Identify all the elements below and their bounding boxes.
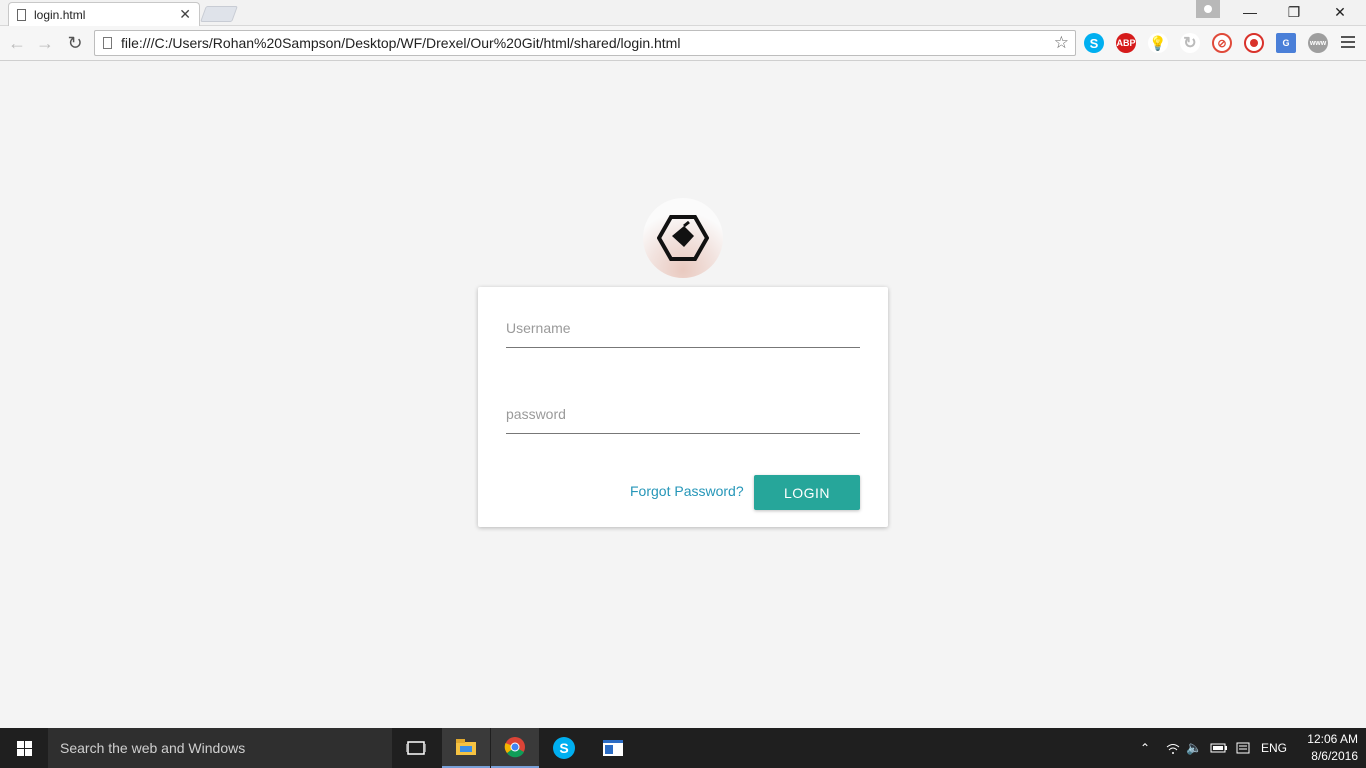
password-field[interactable] [506, 394, 860, 434]
wifi-icon[interactable] [1166, 728, 1180, 768]
url-text[interactable]: file:///C:/Users/Rohan%20Sampson/Desktop… [121, 35, 1054, 51]
page-icon [17, 8, 26, 21]
login-button[interactable]: LOGIN [754, 475, 860, 510]
new-tab-button[interactable] [200, 6, 238, 22]
file-explorer-icon[interactable] [442, 728, 490, 768]
taskbar: Search the web and Windows S ⌃ 🔈 ENG 12:… [0, 728, 1366, 768]
language-indicator[interactable]: ENG [1261, 728, 1287, 768]
show-hidden-icons[interactable]: ⌃ [1140, 728, 1150, 768]
app-window-icon[interactable] [589, 728, 637, 768]
close-window-button[interactable]: ✕ [1318, 2, 1362, 22]
hexagon-logo-icon [657, 215, 709, 261]
www-icon[interactable]: www [1308, 33, 1328, 53]
browser-tab[interactable]: login.html ✕ [8, 2, 200, 26]
chrome-icon[interactable] [491, 728, 539, 768]
browser-toolbar: ← → ↻ file:///C:/Users/Rohan%20Sampson/D… [0, 26, 1366, 61]
close-tab-icon[interactable]: ✕ [179, 6, 191, 23]
block-icon[interactable]: ⊘ [1212, 33, 1232, 53]
bookmark-star-icon[interactable]: ☆ [1054, 33, 1069, 53]
minimize-button[interactable]: — [1228, 2, 1272, 22]
page-icon [103, 37, 112, 49]
forward-icon[interactable]: → [34, 32, 56, 54]
bulb-icon[interactable]: 💡 [1148, 33, 1168, 53]
volume-icon[interactable]: 🔈 [1186, 728, 1202, 768]
clock-time: 12:06 AM [1307, 732, 1358, 746]
adblock-icon[interactable]: ABP [1116, 33, 1136, 53]
taskbar-search[interactable]: Search the web and Windows [48, 728, 392, 768]
username-field[interactable] [506, 308, 860, 348]
menu-icon[interactable] [1340, 34, 1356, 50]
address-bar[interactable]: file:///C:/Users/Rohan%20Sampson/Desktop… [94, 30, 1076, 56]
translate-icon[interactable]: G [1276, 33, 1296, 53]
title-bar: login.html ✕ — ❐ ✕ [0, 0, 1366, 26]
system-clock[interactable]: 12:06 AM 8/6/2016 [1296, 731, 1358, 765]
restore-button[interactable]: ❐ [1272, 2, 1316, 22]
password-input[interactable] [506, 394, 860, 433]
record-icon[interactable] [1244, 33, 1264, 53]
battery-icon[interactable] [1210, 728, 1228, 768]
refresh-ext-icon[interactable]: ↻ [1180, 33, 1200, 53]
profile-icon[interactable] [1196, 0, 1220, 18]
skype-icon[interactable]: S [1084, 33, 1104, 53]
login-card: Forgot Password? LOGIN [478, 287, 888, 527]
brand-logo [643, 198, 723, 278]
reload-icon[interactable]: ↻ [64, 32, 86, 54]
clock-date: 8/6/2016 [1311, 749, 1358, 763]
notifications-icon[interactable] [1236, 728, 1250, 768]
username-input[interactable] [506, 308, 860, 347]
tab-title: login.html [34, 7, 86, 22]
skype-taskbar-icon[interactable]: S [540, 728, 588, 768]
back-icon[interactable]: ← [6, 32, 28, 54]
windows-start-icon[interactable] [0, 728, 48, 768]
task-view-icon[interactable] [392, 728, 440, 768]
forgot-password-link[interactable]: Forgot Password? [630, 483, 744, 499]
